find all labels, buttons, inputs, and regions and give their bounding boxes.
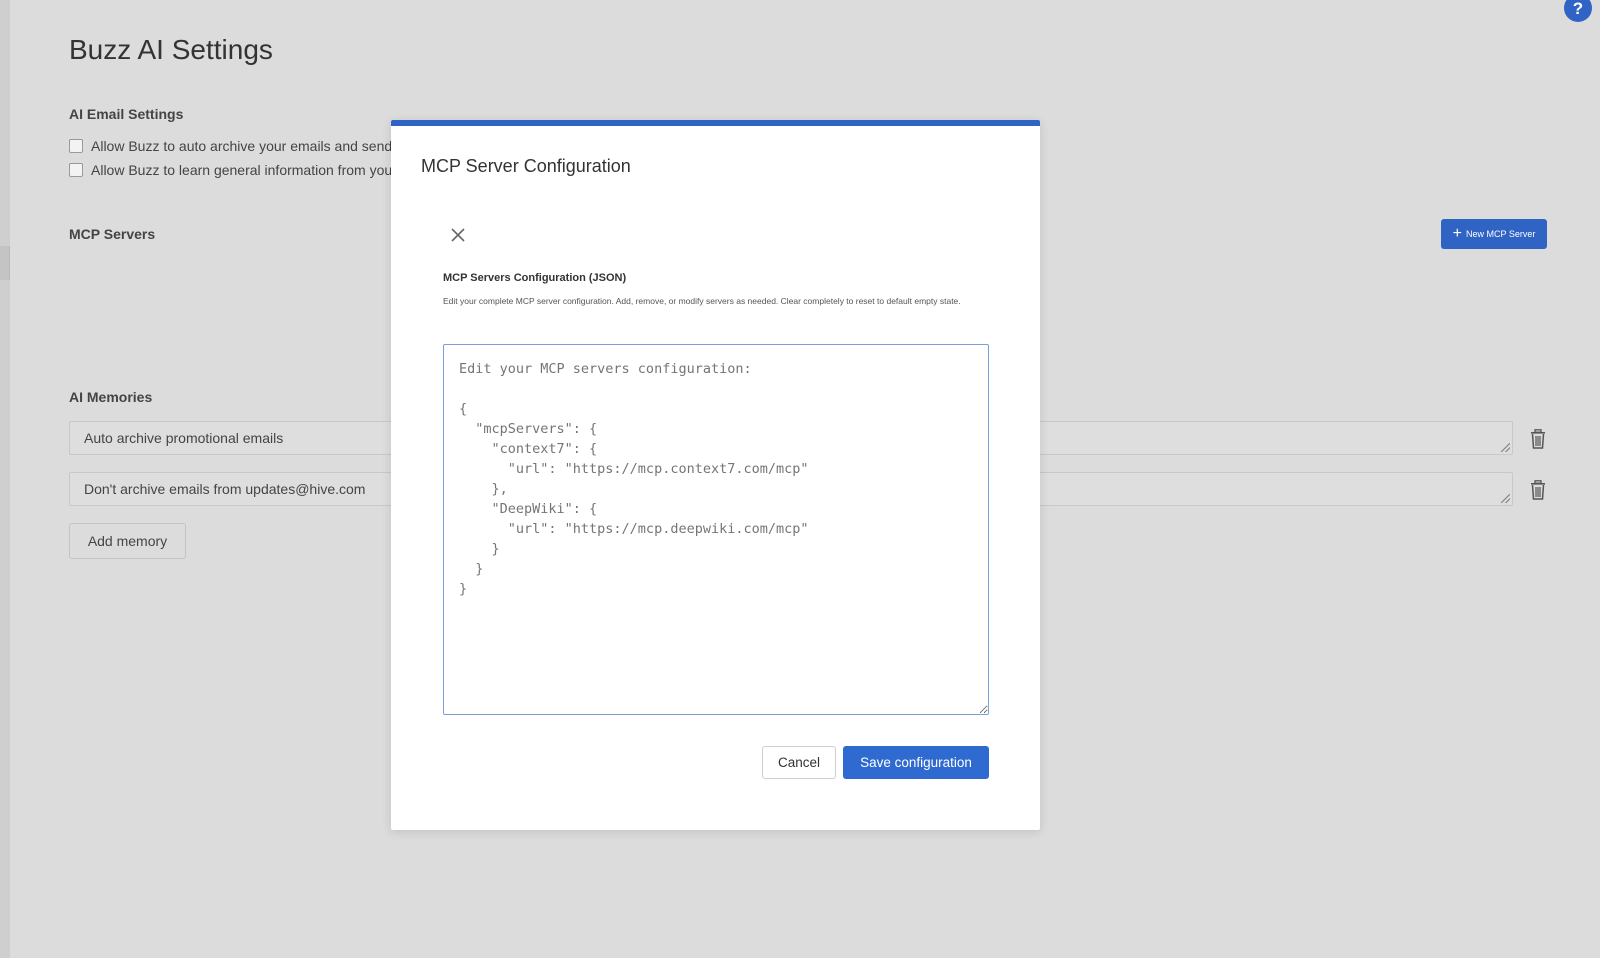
sidebar-resize-handle[interactable]	[0, 246, 10, 280]
json-config-textarea[interactable]	[443, 344, 989, 715]
memory-text: Auto archive promotional emails	[84, 430, 284, 446]
modal-accent-bar	[391, 120, 1040, 126]
auto-archive-checkbox[interactable]	[69, 139, 83, 153]
ai-memories-heading: AI Memories	[69, 389, 153, 405]
resize-grip-icon[interactable]	[1501, 443, 1510, 452]
plus-icon: +	[1452, 225, 1462, 242]
modal-title: MCP Server Configuration	[421, 156, 631, 176]
page-title: Buzz AI Settings	[69, 34, 273, 65]
save-configuration-button[interactable]: Save configuration	[843, 746, 989, 779]
new-mcp-server-label: New MCP Server	[1465, 229, 1536, 239]
learn-info-label: Allow Buzz to learn general information …	[91, 162, 397, 178]
mcp-servers-heading: MCP Servers	[69, 226, 156, 242]
new-mcp-server-button[interactable]: + New MCP Server	[1441, 219, 1547, 249]
learn-info-option[interactable]: Allow Buzz to learn general information …	[69, 162, 397, 178]
config-label: MCP Servers Configuration (JSON)	[443, 272, 627, 284]
add-memory-button[interactable]: Add memory	[69, 523, 186, 559]
cancel-button[interactable]: Cancel	[762, 746, 836, 779]
resize-grip-icon[interactable]	[1501, 494, 1510, 503]
learn-info-checkbox[interactable]	[69, 163, 83, 177]
auto-archive-label: Allow Buzz to auto archive your emails a…	[91, 138, 404, 154]
auto-archive-option[interactable]: Allow Buzz to auto archive your emails a…	[69, 138, 403, 154]
left-edge-strip	[0, 0, 10, 958]
email-settings-heading: AI Email Settings	[69, 106, 184, 122]
memory-text: Don't archive emails from updates@hive.c…	[84, 481, 366, 497]
trash-icon[interactable]	[1529, 429, 1547, 449]
trash-icon[interactable]	[1529, 480, 1547, 500]
close-icon[interactable]	[448, 225, 468, 245]
config-help-text: Edit your complete MCP server configurat…	[443, 296, 961, 306]
mcp-config-modal: MCP Server Configuration MCP Servers Con…	[391, 120, 1040, 830]
help-icon[interactable]: ?	[1564, 0, 1592, 22]
